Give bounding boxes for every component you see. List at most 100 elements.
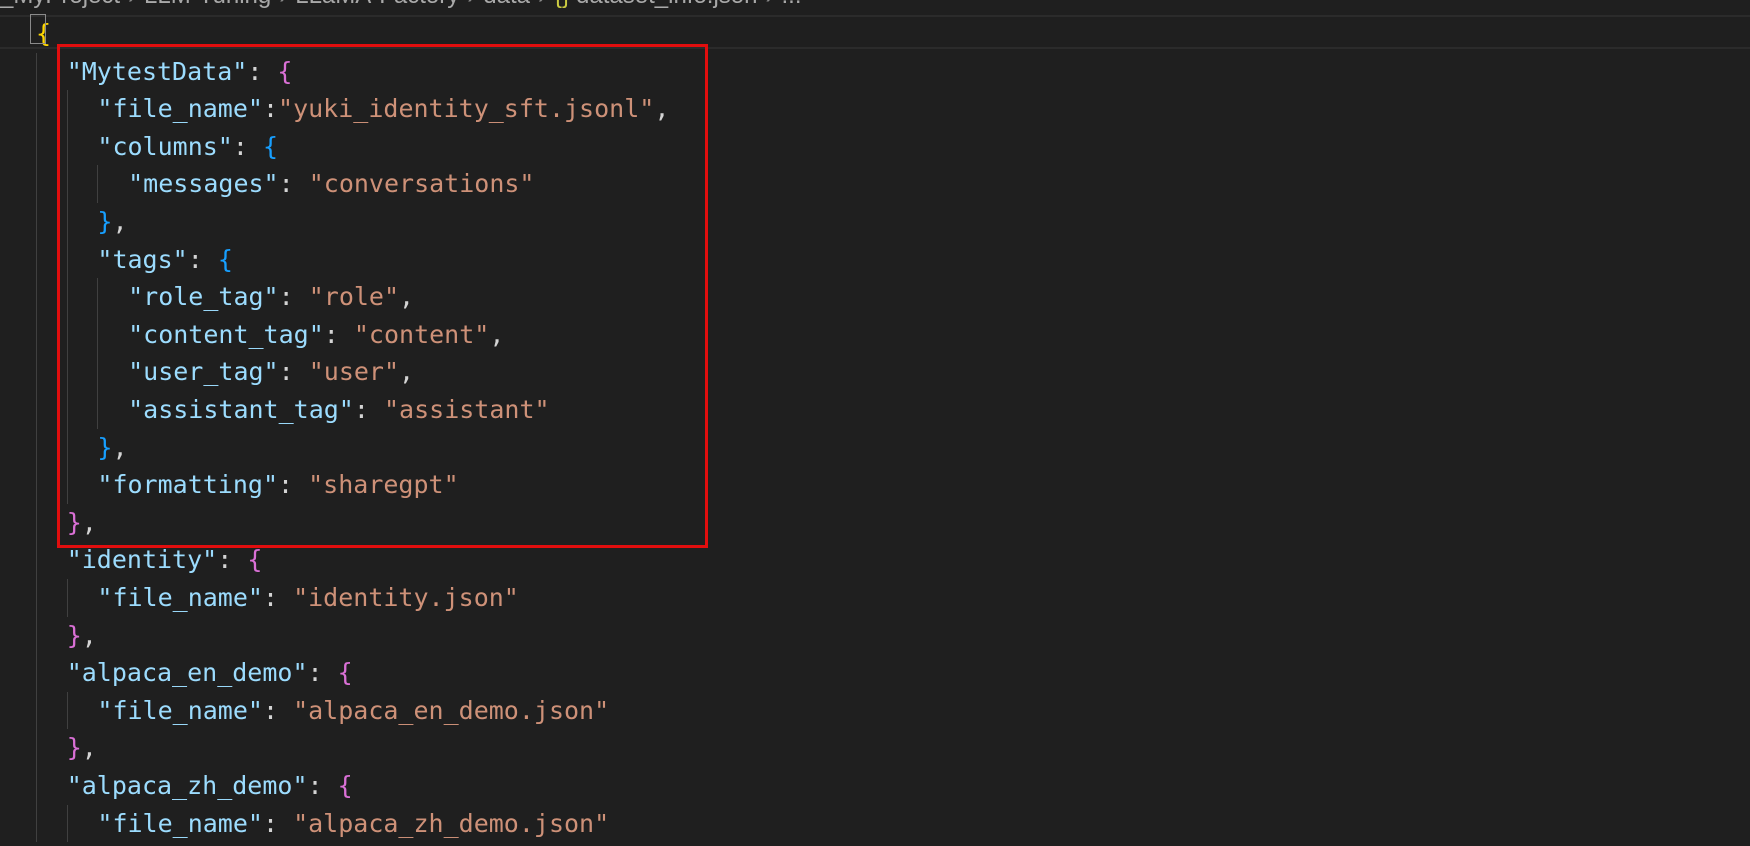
code-line[interactable]: }, [67, 729, 97, 767]
indent-guide [97, 278, 99, 429]
code-token: : [187, 244, 218, 274]
code-token: { [277, 56, 293, 86]
code-token: "user" [308, 357, 400, 387]
code-token: : [217, 545, 248, 575]
indent-guide [66, 90, 68, 504]
code-token: { [247, 545, 263, 575]
code-token: , [81, 620, 97, 650]
code-token: : [278, 357, 309, 387]
code-line[interactable]: }, [67, 504, 97, 542]
indent-guide [66, 804, 68, 843]
code-line[interactable]: }, [97, 203, 127, 241]
code-token: , [112, 207, 128, 236]
code-token: { [262, 131, 279, 161]
code-line[interactable]: "file_name": "identity.json" [97, 579, 518, 617]
code-line[interactable]: "identity": { [67, 541, 263, 579]
breadcrumb-item-more[interactable]: ... [782, 0, 802, 9]
code-line[interactable]: "messages": "conversations" [128, 165, 534, 203]
code-token: : [262, 583, 294, 612]
code-line[interactable]: "content_tag": "content", [128, 316, 504, 354]
code-token: "identity.json" [293, 583, 519, 612]
code-line[interactable]: "file_name": "alpaca_zh_demo.json" [97, 805, 609, 843]
code-token: "role_tag" [128, 282, 279, 312]
code-token: { [217, 244, 233, 274]
code-editor[interactable]: {"MytestData": {"file_name":"yuki_identi… [0, 15, 1750, 846]
code-token: : [247, 56, 278, 86]
code-token: : [262, 94, 279, 124]
code-token: "user_tag" [128, 357, 279, 387]
code-token: } [97, 207, 113, 236]
code-token: : [232, 131, 263, 161]
json-file-icon: {} [554, 0, 570, 9]
code-token: "content" [353, 319, 490, 349]
indent-guide [36, 52, 37, 843]
code-token: "file_name" [97, 808, 263, 838]
code-line[interactable]: "columns": { [97, 128, 278, 166]
code-token: "formatting" [97, 470, 279, 500]
code-token: "assistant" [383, 395, 550, 424]
code-line[interactable]: "MytestData": { [67, 53, 293, 91]
code-token: "sharegpt" [308, 470, 459, 500]
code-token: } [66, 507, 82, 537]
code-token: : [262, 808, 294, 838]
breadcrumb-item-project[interactable]: _MyProject [0, 0, 120, 9]
code-token: : [262, 695, 294, 725]
chevron-right-icon: › [467, 0, 475, 9]
code-token: "yuki_identity_sft.jsonl" [278, 94, 655, 124]
code-token: : [278, 169, 309, 199]
code-line[interactable]: }, [97, 429, 127, 467]
code-line[interactable]: "file_name": "alpaca_en_demo.json" [97, 692, 609, 730]
code-token: , [81, 507, 97, 537]
code-token: "file_name" [97, 94, 263, 124]
code-token: { [337, 658, 353, 688]
indent-guide [66, 579, 68, 617]
code-token: , [489, 319, 505, 349]
code-token: , [81, 733, 97, 763]
breadcrumb-item-file[interactable]: dataset_info.json [576, 0, 757, 9]
code-token: "assistant_tag" [128, 395, 354, 424]
code-token: "alpaca_en_demo.json" [293, 695, 610, 725]
breadcrumb-item-llm-tuning[interactable]: LLM-Tuning [144, 0, 271, 9]
code-line[interactable]: }, [67, 617, 97, 655]
indent-guide [97, 165, 99, 203]
code-token: , [654, 94, 670, 124]
code-token: "alpaca_zh_demo.json" [293, 808, 610, 838]
chevron-right-icon: › [128, 0, 136, 9]
code-line[interactable]: "assistant_tag": "assistant" [128, 391, 549, 429]
code-token: "file_name" [97, 583, 263, 612]
code-token: } [66, 733, 82, 763]
code-token: "tags" [97, 244, 188, 274]
code-token: : [353, 395, 384, 424]
code-token: : [278, 470, 309, 500]
code-token: , [399, 357, 415, 387]
code-token: "role" [308, 282, 400, 312]
code-line[interactable]: "alpaca_en_demo": { [67, 654, 353, 692]
code-line[interactable]: "user_tag": "user", [128, 353, 414, 391]
code-line[interactable]: "file_name":"yuki_identity_sft.jsonl", [97, 90, 669, 128]
code-token: , [112, 432, 128, 462]
code-line[interactable]: "formatting": "sharegpt" [97, 466, 458, 504]
code-token: , [399, 282, 415, 312]
code-line[interactable]: "alpaca_zh_demo": { [67, 767, 353, 805]
code-token: : [278, 282, 309, 312]
code-token: "columns" [97, 131, 233, 161]
code-token: "alpaca_en_demo" [66, 658, 308, 688]
indent-guide [66, 691, 68, 730]
breadcrumb-item-llama-factory[interactable]: LLaMA-Factory [295, 0, 459, 9]
chevron-right-icon: › [766, 0, 774, 9]
code-token: "content_tag" [128, 319, 324, 349]
code-token: "conversations" [308, 169, 535, 199]
code-token: } [97, 432, 113, 462]
code-token: { [337, 771, 353, 800]
code-line[interactable]: "role_tag": "role", [128, 278, 414, 316]
code-token: : [323, 319, 354, 349]
code-token: "identity" [66, 545, 218, 575]
breadcrumb-item-data[interactable]: data [483, 0, 530, 9]
code-token: "file_name" [97, 695, 263, 725]
code-token: : [307, 658, 338, 688]
chevron-right-icon: › [279, 0, 287, 9]
breadcrumb: _MyProject › LLM-Tuning › LLaMA-Factory › data… [0, 0, 802, 12]
code-line[interactable]: "tags": { [97, 241, 232, 279]
code-token: "MytestData" [66, 56, 248, 86]
code-token: } [66, 620, 82, 650]
